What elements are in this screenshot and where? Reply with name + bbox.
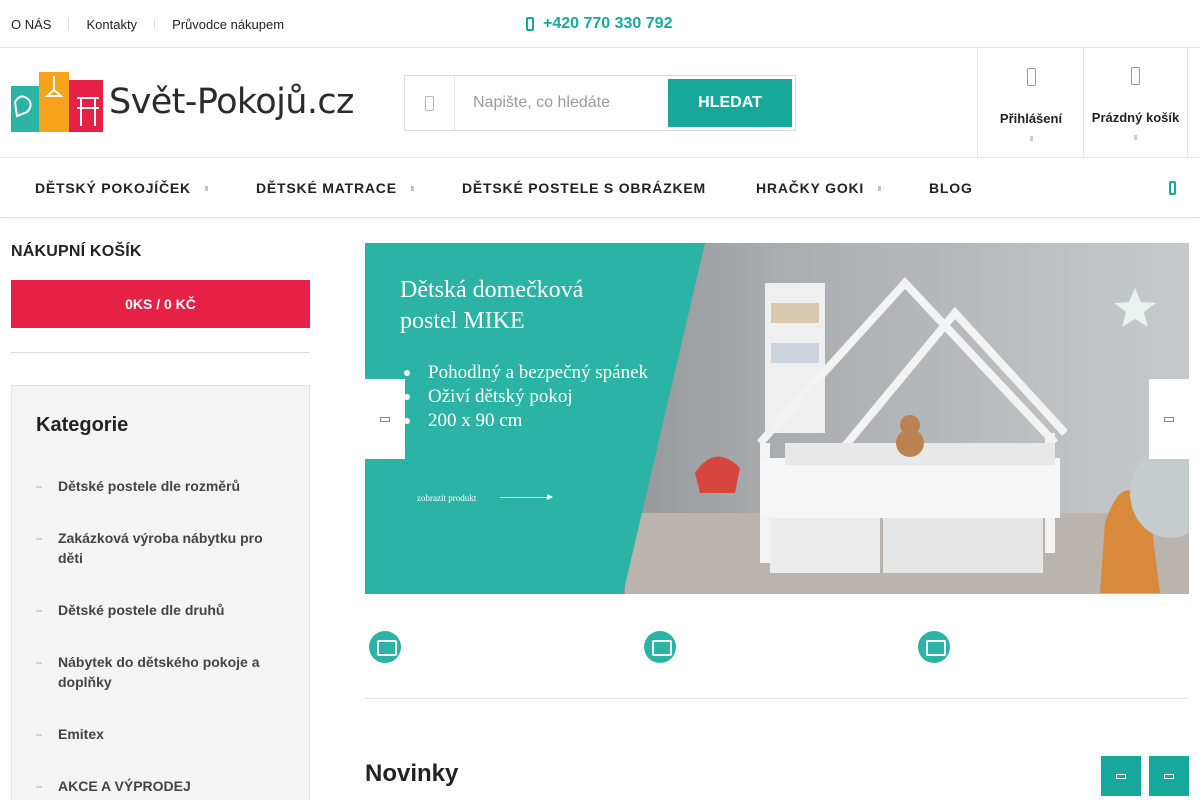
phone-link[interactable]: +420 770 330 792 (526, 0, 672, 48)
store-house-icon (644, 631, 676, 663)
banner-bullet: 200 x 90 cm (400, 409, 648, 433)
phone-icon (526, 17, 534, 31)
divider (11, 352, 310, 353)
floating-action-button[interactable] (1101, 756, 1141, 796)
chevron-down-icon (410, 185, 414, 191)
category-item[interactable]: Zakázková výroba nábytku pro děti (12, 528, 309, 568)
bullet-icon (36, 486, 42, 488)
cart-summary-button[interactable]: 0KS / 0 KČ (11, 280, 310, 328)
banner-bullet: Pohodlný a bezpečný spánek (400, 361, 648, 385)
cart-label: Prázdný košík (1091, 110, 1180, 125)
floating-action-icon (1116, 773, 1126, 779)
bullet-icon (36, 610, 42, 612)
nav-item-detske-postele-s-obrazkem[interactable]: DĚTSKÉ POSTELE S OBRÁZKEM (462, 158, 706, 218)
banner-title: Dětská domečková postel MIKE (400, 277, 584, 334)
category-label: Dětské postele dle rozměrů (58, 478, 241, 494)
bullet-icon (36, 734, 42, 736)
category-list: Dětské postele dle rozměrů Zakázková výr… (12, 476, 309, 800)
chevron-up-icon (1164, 773, 1174, 779)
chevron-down-icon (204, 185, 208, 191)
nav-item-label: BLOG (929, 180, 973, 196)
benefit-delivery (366, 631, 404, 669)
top-links: O NÁS Kontakty Průvodce nákupem (11, 0, 284, 48)
nav-item-label: HRAČKY GOKI (756, 180, 865, 196)
cart-icon (1131, 67, 1140, 85)
top-bar: O NÁS Kontakty Průvodce nákupem +420 770… (0, 0, 1200, 48)
login-button[interactable]: Přihlášení (977, 48, 1084, 157)
categories-panel: Kategorie Dětské postele dle rozměrů Zak… (11, 385, 310, 800)
bullet-icon (36, 538, 42, 540)
banner-bullet: Oživí dětský pokoj (400, 385, 648, 409)
search-icon (405, 76, 455, 130)
link-kontakty[interactable]: Kontakty (86, 17, 137, 32)
bullet-icon (36, 662, 42, 664)
categories-heading: Kategorie (36, 414, 129, 436)
divider (365, 698, 1189, 699)
category-item[interactable]: Nábytek do dětského pokoje a doplňky (12, 652, 309, 692)
phone-number: +420 770 330 792 (543, 15, 673, 32)
chevron-down-icon (1134, 135, 1137, 140)
bullet-icon (36, 786, 42, 788)
nav-item-label: DĚTSKÉ POSTELE S OBRÁZKEM (462, 180, 707, 196)
category-label: Zakázková výroba nábytku pro děti (58, 530, 263, 566)
scroll-to-top-button[interactable] (1149, 756, 1189, 796)
logo-text: Svět-Pokojů.cz (109, 81, 354, 122)
nav-item-blog[interactable]: BLOG (929, 158, 973, 218)
cart-button[interactable]: Prázdný košík (1083, 48, 1188, 157)
link-o-nas[interactable]: O NÁS (11, 17, 51, 32)
delivery-truck-icon (369, 631, 401, 663)
nav-item-label: DĚTSKÝ POKOJÍČEK (35, 180, 191, 196)
banner-bullets: Pohodlný a bezpečný spánek Oživí dětský … (400, 361, 648, 433)
benefit-store (641, 631, 679, 669)
category-item[interactable]: Dětské postele dle rozměrů (12, 476, 309, 496)
banner-link: zobrazit produkt (417, 493, 477, 503)
search-input[interactable] (455, 76, 665, 130)
banner-text: Dětská domečková postel MIKE Pohodlný a … (400, 275, 648, 433)
category-item[interactable]: Dětské postele dle druhů (12, 600, 309, 620)
link-pruvodce-nakupem[interactable]: Průvodce nákupem (172, 17, 284, 32)
nav-item-hracky-goki[interactable]: HRAČKY GOKI (756, 158, 882, 218)
section-title-novinky: Novinky (365, 760, 459, 787)
header: Svět-Pokojů.cz HLEDAT Přihlášení Prázdný… (0, 48, 1200, 158)
nav-item-label: DĚTSKÉ MATRACE (256, 180, 397, 196)
category-label: AKCE A VÝPRODEJ (58, 778, 191, 794)
category-item[interactable]: AKCE A VÝPRODEJ (12, 776, 309, 796)
quality-badge-icon (918, 631, 950, 663)
arrow-right-icon (500, 494, 553, 500)
chevron-down-icon (878, 185, 882, 191)
cart-heading: NÁKUPNÍ KOŠÍK (11, 243, 142, 260)
category-label: Nábytek do dětského pokoje a doplňky (58, 654, 260, 690)
logo-mark-icon (11, 72, 103, 132)
chevron-left-icon (380, 416, 390, 422)
benefit-quality (915, 631, 953, 669)
chevron-down-icon (1029, 136, 1033, 141)
login-label: Přihlášení (999, 111, 1063, 126)
hero-banner[interactable]: Dětská domečková postel MIKE Pohodlný a … (365, 243, 1189, 594)
search-toggle-icon[interactable] (1169, 181, 1176, 195)
nav-item-detsky-pokojicek[interactable]: DĚTSKÝ POKOJÍČEK (35, 158, 208, 218)
category-label: Dětské postele dle druhů (58, 602, 225, 618)
divider (68, 18, 70, 30)
category-item[interactable]: Emitex (12, 724, 309, 744)
slider-next-button[interactable] (1149, 379, 1189, 459)
search-button[interactable]: HLEDAT (668, 79, 792, 127)
nav-item-detske-matrace[interactable]: DĚTSKÉ MATRACE (256, 158, 414, 218)
user-icon (1026, 68, 1036, 86)
chevron-right-icon (1164, 416, 1174, 422)
divider (154, 18, 156, 30)
category-label: Emitex (58, 726, 104, 742)
search-bar: HLEDAT (404, 75, 796, 131)
main-nav: DĚTSKÝ POKOJÍČEK DĚTSKÉ MATRACE DĚTSKÉ P… (0, 158, 1200, 218)
slider-prev-button[interactable] (365, 379, 405, 459)
site-logo[interactable]: Svět-Pokojů.cz (11, 72, 371, 132)
